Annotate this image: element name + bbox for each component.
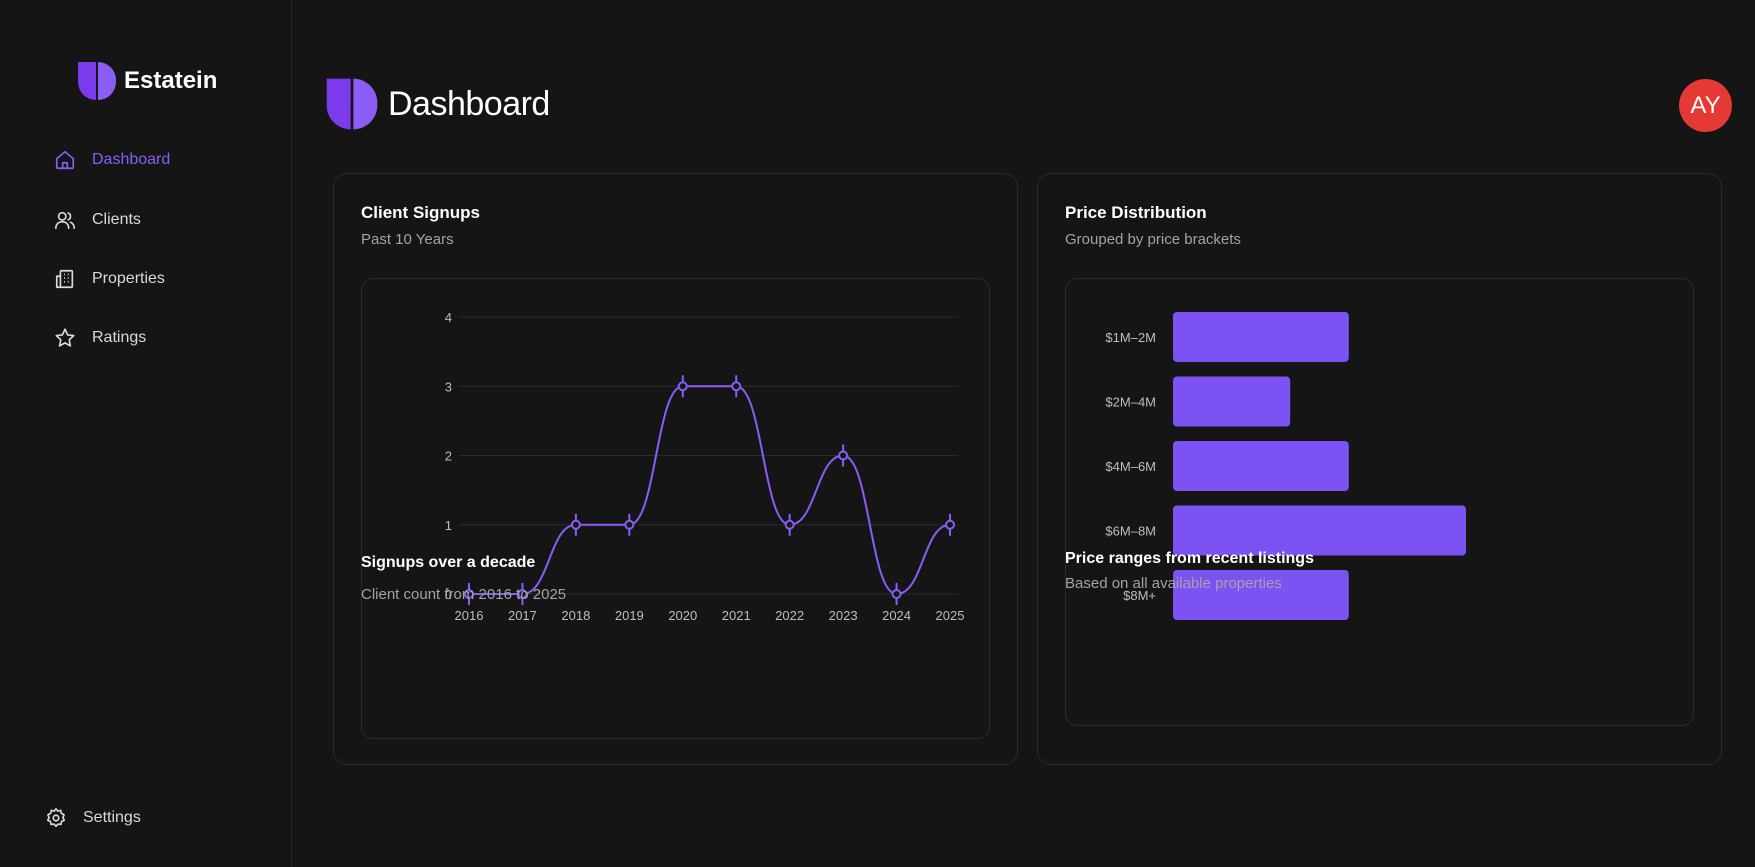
data-point bbox=[624, 519, 635, 530]
home-icon bbox=[55, 150, 75, 170]
bar bbox=[1173, 312, 1349, 362]
y-tick-label: 2 bbox=[445, 449, 452, 464]
sidebar-item-settings[interactable]: Settings bbox=[45, 807, 141, 829]
sidebar-item-dashboard[interactable]: Dashboard bbox=[54, 149, 170, 171]
x-tick-label: 2017 bbox=[508, 608, 537, 623]
x-tick-label: 2024 bbox=[882, 608, 911, 623]
chart-footer-subtitle: Client count from 2016 to 2025 bbox=[361, 586, 567, 603]
x-tick-label: 2018 bbox=[561, 608, 590, 623]
x-tick-label: 2023 bbox=[829, 608, 858, 623]
bar bbox=[1173, 376, 1291, 427]
sidebar-item-label: Ratings bbox=[92, 329, 147, 346]
x-tick-label: 2021 bbox=[722, 608, 751, 623]
main-content: Dashboard AY Client Signups Past 10 Year… bbox=[293, 0, 1755, 867]
data-point bbox=[838, 450, 849, 461]
category-label: $2M–4M bbox=[1105, 395, 1156, 410]
chart-footer-title: Price ranges from recent listings bbox=[1065, 550, 1314, 567]
client-signups-card: Client Signups Past 10 Years 0 1 2 3 4 2016 20… bbox=[333, 173, 1018, 765]
star-icon bbox=[55, 328, 75, 347]
category-label: $1M–2M bbox=[1105, 330, 1156, 345]
logo-icon bbox=[78, 62, 116, 100]
y-tick-label: 3 bbox=[445, 379, 452, 394]
settings-label: Settings bbox=[83, 809, 141, 826]
signups-line-chart: 012342016 2017 2018 2019 2020 2021 2022 2023 202… bbox=[445, 310, 965, 623]
sidebar-item-label: Properties bbox=[92, 270, 165, 287]
data-point bbox=[945, 519, 955, 530]
sidebar-item-label: Clients bbox=[92, 211, 141, 228]
x-tick-label: 2016 bbox=[455, 608, 484, 623]
data-point bbox=[570, 519, 581, 530]
sidebar-item-clients[interactable]: Clients bbox=[54, 209, 141, 231]
logo-icon bbox=[326, 78, 378, 130]
brand-name: Estatein bbox=[124, 67, 218, 94]
card-title: Client Signups bbox=[361, 203, 480, 222]
page-header: Dashboard bbox=[324, 76, 550, 132]
price-distribution-card: Price Distribution Grouped by price brac… bbox=[1037, 173, 1722, 765]
sidebar-item-label: Dashboard bbox=[92, 151, 171, 168]
x-tick-label: 2025 bbox=[936, 608, 965, 623]
category-label: $6M–8M bbox=[1105, 524, 1156, 539]
brand[interactable]: Estatein bbox=[76, 60, 217, 102]
users-icon bbox=[55, 211, 75, 230]
data-point bbox=[891, 589, 902, 599]
data-point bbox=[731, 381, 742, 392]
card-title: Price Distribution bbox=[1065, 203, 1207, 222]
sidebar-item-ratings[interactable]: Ratings bbox=[54, 327, 146, 349]
y-tick-label: 4 bbox=[445, 310, 452, 325]
x-tick-label: 2019 bbox=[615, 608, 644, 623]
building-icon bbox=[55, 269, 74, 289]
page-title: Dashboard bbox=[388, 84, 550, 123]
bar bbox=[1173, 505, 1466, 556]
sidebar-item-properties[interactable]: Properties bbox=[54, 268, 165, 290]
data-point bbox=[677, 381, 688, 392]
chart-container: $1M–2M $2M–4M $4M–6M $6M–8M $8M+ bbox=[1065, 278, 1694, 726]
data-point bbox=[784, 519, 795, 530]
avatar[interactable]: AY bbox=[1679, 79, 1732, 132]
y-tick-label: 1 bbox=[445, 518, 452, 533]
chart-container: 0 1 2 3 4 2016 2017 2018 2019 2020 2021 2022 2023 202… bbox=[361, 278, 990, 739]
x-tick-label: 2020 bbox=[668, 608, 697, 623]
x-tick-label: 2022 bbox=[775, 608, 804, 623]
series-line bbox=[469, 385, 951, 596]
sidebar: Estatein Dashboard Clients Properties Ra… bbox=[0, 0, 292, 867]
card-subtitle: Grouped by price brackets bbox=[1065, 231, 1241, 248]
category-label: $4M–6M bbox=[1105, 459, 1156, 474]
card-subtitle: Past 10 Years bbox=[361, 231, 454, 248]
bar bbox=[1173, 441, 1349, 491]
chart-footer-subtitle: Based on all available properties bbox=[1065, 575, 1282, 592]
gear-icon bbox=[46, 808, 66, 828]
chart-footer-title: Signups over a decade bbox=[361, 554, 536, 571]
